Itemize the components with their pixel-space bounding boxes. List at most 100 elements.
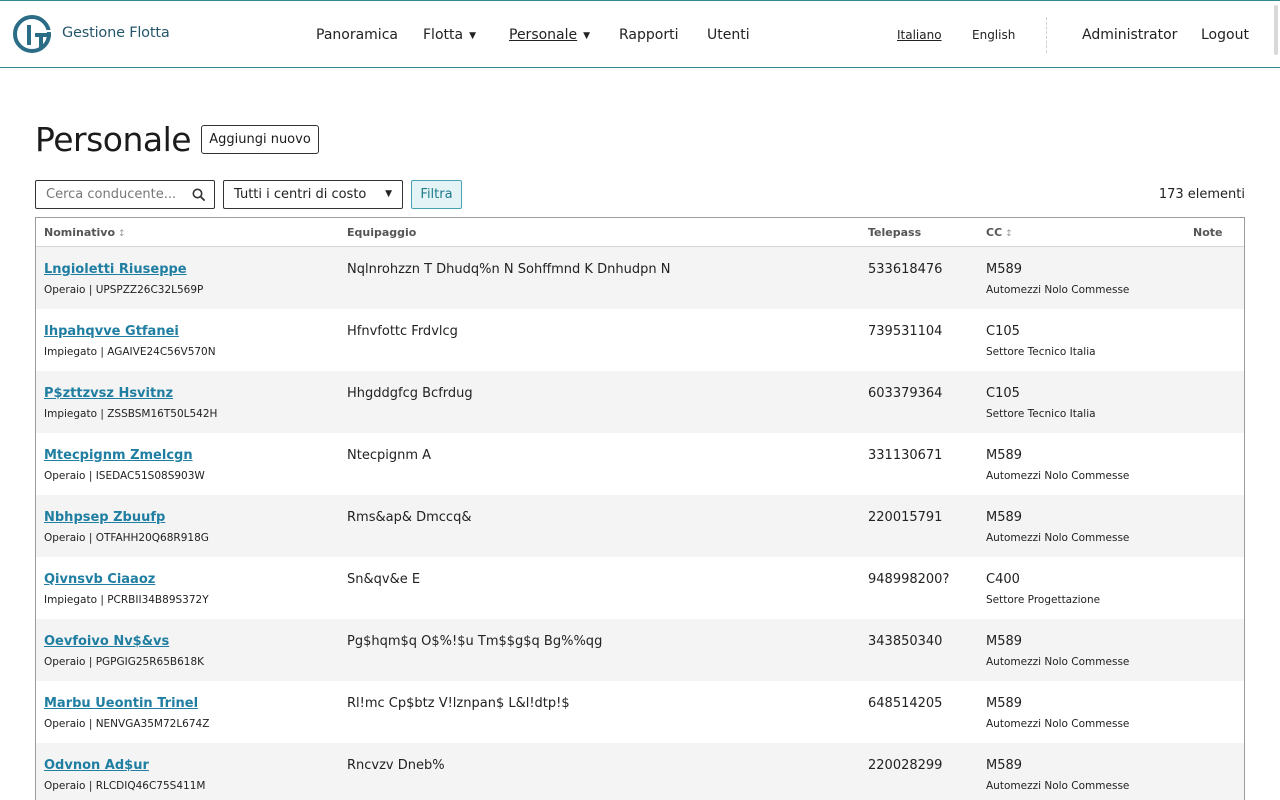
table-row: P$zttzvsz Hsvitnz Impiegato | ZSSBSM16T50… (36, 371, 1244, 433)
cost-center-name: Settore Tecnico Italia (986, 346, 1096, 358)
telepass-value: 948998200? (868, 572, 950, 587)
item-count: 173 elementi (1158, 187, 1245, 202)
driver-name-link[interactable]: Ihpahqvve Gtfanei (44, 324, 179, 339)
telepass-value: 220015791 (868, 510, 943, 525)
driver-role-fiscal-code: Operaio | PGPGIG25R65B618K (44, 656, 205, 668)
driver-role-fiscal-code: Impiegato | ZSSBSM16T50L542H (44, 408, 218, 420)
crew-value: Rncvzv Dneb% (347, 758, 445, 773)
table-row: Odvnon Ad$ur Operaio | RLCDIQ46C75S411M Rn… (36, 743, 1244, 800)
crew-value: Pg$hqm$q O$%!$u Tm$$g$q Bg%%qg (347, 634, 603, 649)
table-row: Mtecpignm Zmelcgn Operaio | ISEDAC51S08S9… (36, 433, 1244, 495)
brand-logo-icon[interactable] (13, 13, 53, 55)
driver-role-fiscal-code: Impiegato | PCRBII34B89S372Y (44, 594, 209, 606)
chevron-down-icon: ▼ (385, 189, 392, 199)
driver-name-link[interactable]: Qivnsvb Ciaaoz (44, 572, 155, 587)
table-row: Lngioletti Riuseppe Operaio | UPSPZZ26C32… (36, 247, 1244, 309)
cost-center-code: C105 (986, 386, 1020, 401)
telepass-value: 603379364 (868, 386, 943, 401)
column-header-cc[interactable]: CC ↕ (986, 226, 1013, 239)
column-header-name[interactable]: Nominativo ↕ (44, 226, 126, 239)
top-navbar: Gestione Flotta Panoramica Flotta ▼ Perso… (0, 0, 1280, 68)
column-header-crew: Equipaggio (347, 226, 417, 239)
nav-personale[interactable]: Personale ▼ (509, 27, 590, 43)
crew-value: Ntecpignm A (347, 448, 432, 463)
table-header: Nominativo ↕ Equipaggio Telepass CC ↕ Note (36, 218, 1244, 247)
crew-value: Rms&ap& Dmccq& (347, 510, 472, 525)
nav-panoramica[interactable]: Panoramica (316, 27, 398, 43)
column-header-notes: Note (1193, 226, 1223, 239)
nav-divider (1046, 17, 1047, 53)
logout-link[interactable]: Logout (1201, 27, 1249, 43)
cost-center-code: M589 (986, 262, 1023, 277)
nav-label: Panoramica (316, 27, 398, 43)
cost-center-code: M589 (986, 696, 1023, 711)
driver-name-link[interactable]: P$zttzvsz Hsvitnz (44, 386, 173, 401)
crew-value: Hfnvfottc Frdvlcg (347, 324, 458, 339)
cost-center-select[interactable]: Tutti i centri di costo ▼ (223, 180, 403, 209)
nav-label: Personale (509, 27, 578, 43)
nav-flotta[interactable]: Flotta ▼ (423, 27, 476, 43)
driver-role-fiscal-code: Operaio | ISEDAC51S08S903W (44, 470, 205, 482)
table-row: Nbhpsep Zbuufp Operaio | OTFAHH20Q68R918G… (36, 495, 1244, 557)
cost-center-code: C105 (986, 324, 1020, 339)
telepass-value: 343850340 (868, 634, 943, 649)
scrollbar-thumb[interactable] (1274, 5, 1278, 55)
nav-rapporti[interactable]: Rapporti (619, 27, 678, 43)
driver-name-link[interactable]: Oevfoivo Nv$&vs (44, 634, 169, 649)
telepass-value: 648514205 (868, 696, 943, 711)
cost-center-name: Automezzi Nolo Commesse (986, 532, 1130, 544)
user-menu[interactable]: Administrator (1082, 27, 1177, 43)
driver-role-fiscal-code: Operaio | RLCDIQ46C75S411M (44, 780, 206, 792)
nav-label: Utenti (707, 27, 750, 43)
crew-value: Hhgddgfcg Bcfrdug (347, 386, 473, 401)
nav-label: Flotta (423, 27, 464, 43)
lang-italiano[interactable]: Italiano (897, 28, 942, 42)
crew-value: Sn&qv&e E (347, 572, 421, 587)
chevron-down-icon: ▼ (469, 31, 476, 41)
cost-center-name: Automezzi Nolo Commesse (986, 656, 1130, 668)
personnel-table: Nominativo ↕ Equipaggio Telepass CC ↕ Note… (35, 217, 1245, 800)
cost-center-code: C400 (986, 572, 1020, 587)
search-box (35, 180, 215, 209)
driver-name-link[interactable]: Odvnon Ad$ur (44, 758, 149, 773)
telepass-value: 220028299 (868, 758, 943, 773)
cost-center-name: Settore Tecnico Italia (986, 408, 1096, 420)
search-icon[interactable] (192, 188, 206, 202)
column-header-telepass: Telepass (868, 226, 922, 239)
lang-english[interactable]: English (972, 28, 1015, 42)
telepass-value: 331130671 (868, 448, 943, 463)
crew-value: Nqlnrohzzn T Dhudq%n N Sohffmnd K Dnhudp… (347, 262, 671, 277)
chevron-down-icon: ▼ (583, 31, 591, 41)
page-title: Personale (35, 120, 192, 159)
driver-name-link[interactable]: Lngioletti Riuseppe (44, 262, 187, 277)
nav-utenti[interactable]: Utenti (707, 27, 750, 43)
cost-center-name: Automezzi Nolo Commesse (986, 780, 1130, 792)
crew-value: Rl!mc Cp$btz V!lznpan$ L&l!dtp!$ (347, 696, 570, 711)
filter-button[interactable]: Filtra (411, 180, 462, 209)
driver-name-link[interactable]: Marbu Ueontin Trinel (44, 696, 198, 711)
add-new-button[interactable]: Aggiungi nuovo (201, 125, 319, 154)
telepass-value: 739531104 (868, 324, 943, 339)
table-row: Oevfoivo Nv$&vs Operaio | PGPGIG25R65B618… (36, 619, 1244, 681)
cost-center-code: M589 (986, 510, 1023, 525)
cost-center-name: Automezzi Nolo Commesse (986, 470, 1130, 482)
cost-center-name: Settore Progettazione (986, 594, 1101, 606)
sort-icon: ↕ (118, 229, 126, 239)
column-label: CC (986, 226, 1003, 239)
table-row: Ihpahqvve Gtfanei Impiegato | AGAIVE24C56… (36, 309, 1244, 371)
cost-center-name: Automezzi Nolo Commesse (986, 718, 1130, 730)
cost-center-code: M589 (986, 634, 1023, 649)
cost-center-code: M589 (986, 758, 1023, 773)
driver-role-fiscal-code: Operaio | NENVGA35M72L674Z (44, 718, 210, 730)
cost-center-name: Automezzi Nolo Commesse (986, 284, 1130, 296)
search-input[interactable] (36, 181, 186, 208)
driver-name-link[interactable]: Nbhpsep Zbuufp (44, 510, 165, 525)
driver-role-fiscal-code: Operaio | OTFAHH20Q68R918G (44, 532, 209, 544)
nav-label: Rapporti (619, 27, 679, 43)
cost-center-value: Tutti i centri di costo (234, 187, 367, 202)
column-label: Nominativo (44, 226, 116, 239)
table-row: Qivnsvb Ciaaoz Impiegato | PCRBII34B89S37… (36, 557, 1244, 619)
driver-name-link[interactable]: Mtecpignm Zmelcgn (44, 448, 193, 463)
driver-role-fiscal-code: Impiegato | AGAIVE24C56V570N (44, 346, 216, 358)
brand-name[interactable]: Gestione Flotta (62, 25, 170, 41)
